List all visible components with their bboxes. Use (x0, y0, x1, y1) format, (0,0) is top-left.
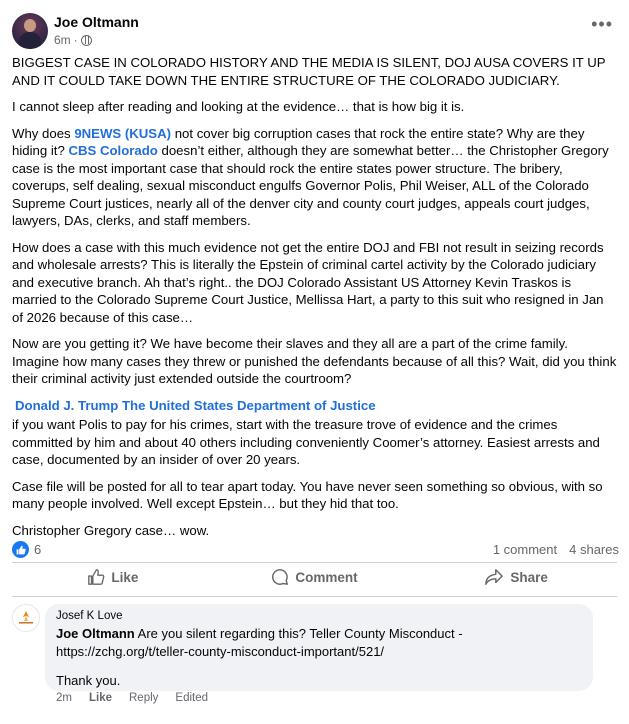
post-paragraph: Christopher Gregory case… wow. (12, 522, 210, 538)
comment-like-button[interactable]: Like (89, 692, 112, 704)
comment-count[interactable]: 1 comment (493, 542, 557, 557)
action-bar: Like Comment Share (12, 564, 617, 590)
post-header: Joe Oltmann 6m · ••• (12, 12, 617, 52)
like-count[interactable]: 6 (34, 542, 41, 557)
stats-right: 1 comment 4 shares (493, 542, 619, 557)
post-paragraph: Case file will be posted for all to tear… (12, 478, 603, 512)
comment-avatar[interactable] (12, 604, 40, 632)
mention-9news[interactable]: 9NEWS (KUSA) (74, 126, 171, 141)
share-count[interactable]: 4 shares (569, 542, 619, 557)
divider (12, 562, 617, 563)
post-meta: 6m · (54, 33, 92, 47)
author-avatar[interactable] (12, 13, 48, 49)
post-body: BIGGEST CASE IN COLORADO HISTORY AND THE… (12, 54, 617, 548)
comment-author[interactable]: Josef K Love (56, 609, 582, 623)
post-paragraph: Why does 9NEWS (KUSA) not cover big corr… (12, 125, 617, 230)
comment-text: Joe Oltmann Are you silent regarding thi… (56, 625, 582, 661)
comment-label: Comment (295, 569, 358, 585)
post-stats: 6 1 comment 4 shares (12, 540, 619, 560)
mention-cbs-colorado[interactable]: CBS Colorado (68, 143, 157, 158)
share-label: Share (510, 569, 548, 585)
mention-doj[interactable]: The United States Department of Justice (122, 398, 376, 413)
avatar-logo (19, 611, 33, 624)
like-label: Like (111, 569, 139, 585)
share-button[interactable]: Share (415, 564, 617, 590)
post-paragraph: Donald J. Trump The United States Depart… (12, 397, 617, 469)
comment-bubble: Josef K Love Joe Oltmann Are you silent … (45, 604, 593, 691)
globe-icon (80, 34, 92, 46)
post-paragraph: Now are you getting it? We have become t… (12, 336, 617, 386)
more-icon[interactable]: ••• (591, 15, 613, 33)
comment-time[interactable]: 2m (56, 692, 72, 704)
comment-reply-button[interactable]: Reply (129, 692, 158, 704)
like-icon (88, 569, 105, 585)
comment-thanks: Thank you. (56, 673, 121, 688)
mention-donald-trump[interactable]: Donald J. Trump (15, 398, 118, 413)
post-paragraph: I cannot sleep after reading and looking… (12, 99, 465, 114)
post-card: Joe Oltmann 6m · ••• BIGGEST CASE IN COL… (0, 0, 629, 724)
post-paragraph: How does a case with this much evidence … (12, 239, 604, 325)
comment-button[interactable]: Comment (214, 564, 416, 590)
share-icon (485, 569, 504, 585)
mentions-line: Donald J. Trump The United States Depart… (12, 397, 617, 415)
post-paragraph: BIGGEST CASE IN COLORADO HISTORY AND THE… (12, 55, 606, 88)
comment-icon (272, 569, 289, 585)
text-segment: Why does (12, 125, 75, 141)
author-name[interactable]: Joe Oltmann (54, 14, 139, 30)
post-time[interactable]: 6m (54, 33, 71, 47)
comment-edited-label[interactable]: Edited (175, 692, 208, 704)
text-segment: if you want Polis to pay for his crimes,… (12, 417, 600, 467)
like-button[interactable]: Like (12, 564, 214, 590)
like-badge-icon (12, 541, 29, 558)
divider (12, 596, 617, 597)
meta-separator: · (73, 33, 78, 47)
comment-actions: 2m Like Reply Edited (56, 692, 208, 704)
comment-tag[interactable]: Joe Oltmann (56, 626, 135, 641)
